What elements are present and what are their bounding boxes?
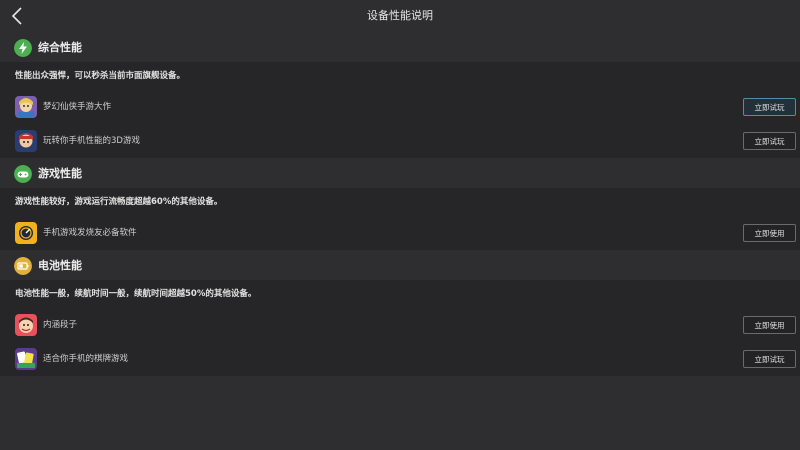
gamepad-icon — [14, 165, 32, 183]
section-panel-battery: 电池性能一般，续航时间一般，续航时间超越50%的其他设备。 内涵段子 立即使用 … — [0, 280, 800, 376]
speedometer-app-icon — [15, 222, 37, 244]
app-row[interactable]: 梦幻仙侠手游大作 立即试玩 — [0, 92, 800, 122]
section-header-overall: 综合性能 — [0, 36, 800, 60]
try-now-button[interactable]: 立即试玩 — [743, 350, 796, 368]
app-name: 玩转你手机性能的3D游戏 — [43, 136, 140, 146]
page-title: 设备性能说明 — [367, 9, 433, 22]
lightning-icon — [14, 39, 32, 57]
try-now-button[interactable]: 立即试玩 — [743, 98, 796, 116]
app-icon-jokes — [15, 314, 37, 336]
app-name: 手机游戏发烧友必备软件 — [43, 228, 137, 238]
section-header-battery: 电池性能 — [0, 254, 800, 278]
app-name: 适合你手机的棋牌游戏 — [43, 354, 129, 364]
use-now-button[interactable]: 立即使用 — [743, 224, 796, 242]
section-title: 综合性能 — [38, 41, 82, 54]
app-row[interactable]: 适合你手机的棋牌游戏 立即试玩 — [0, 344, 800, 374]
use-now-button[interactable]: 立即使用 — [743, 316, 796, 334]
try-now-button[interactable]: 立即试玩 — [743, 132, 796, 150]
app-icon-3d-game — [15, 130, 37, 152]
app-icon-card-games — [15, 348, 37, 370]
app-name: 内涵段子 — [43, 320, 78, 330]
section-title: 游戏性能 — [38, 167, 82, 180]
section-description: 性能出众强悍，可以秒杀当前市面旗舰设备。 — [15, 71, 186, 81]
section-header-gaming: 游戏性能 — [0, 162, 800, 186]
app-row[interactable]: 手机游戏发烧友必备软件 立即使用 — [0, 218, 800, 248]
app-icon-fantasy-game — [15, 96, 37, 118]
performance-page: 设备性能说明 综合性能 性能出众强悍，可以秒杀当前市面旗舰设备。 梦幻仙侠手游大… — [0, 0, 800, 450]
section-description: 电池性能一般，续航时间一般，续航时间超越50%的其他设备。 — [15, 289, 257, 299]
section-panel-gaming: 游戏性能较好，游戏运行流畅度超越60%的其他设备。 手机游戏发烧友必备软件 立即… — [0, 188, 800, 250]
battery-icon — [14, 257, 32, 275]
section-title: 电池性能 — [38, 259, 82, 272]
app-row[interactable]: 玩转你手机性能的3D游戏 立即试玩 — [0, 126, 800, 156]
top-bar: 设备性能说明 — [0, 0, 800, 32]
app-row[interactable]: 内涵段子 立即使用 — [0, 310, 800, 340]
section-panel-overall: 性能出众强悍，可以秒杀当前市面旗舰设备。 梦幻仙侠手游大作 立即试玩 玩转你手机… — [0, 62, 800, 158]
app-name: 梦幻仙侠手游大作 — [43, 102, 112, 112]
section-description: 游戏性能较好，游戏运行流畅度超越60%的其他设备。 — [15, 197, 223, 207]
